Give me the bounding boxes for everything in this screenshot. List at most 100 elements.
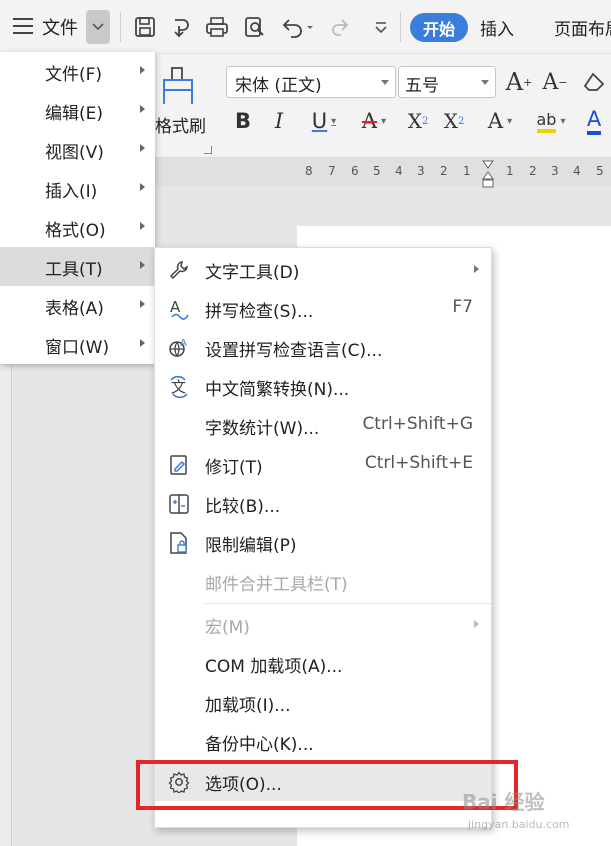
undo-icon[interactable]: [278, 12, 314, 42]
ruler-number: 5: [373, 164, 381, 178]
ruler-number: 2: [529, 164, 537, 178]
menu-item-word-count[interactable]: 字数统计(W)... Ctrl+Shift+G: [155, 406, 491, 445]
menu-item-compare[interactable]: 比较(B)...: [155, 484, 491, 523]
ruler-number: 8: [305, 164, 313, 178]
chevron-right-icon: [140, 300, 145, 308]
font-color-icon[interactable]: A: [580, 106, 608, 136]
indent-marker-icon[interactable]: [482, 160, 494, 188]
ruler-number: 1: [506, 164, 514, 178]
superscript-icon[interactable]: X2: [404, 106, 432, 136]
tools-submenu: 文字工具(D) A 拼写检查(S)... F7 A 设置拼写检查语言(C)...…: [154, 247, 492, 828]
shortcut-label: Ctrl+Shift+E: [364, 453, 473, 473]
file-menu-dropdown-button[interactable]: [86, 10, 110, 44]
menu-item-table[interactable]: 表格(A): [0, 286, 155, 325]
redo-icon[interactable]: [326, 12, 356, 42]
format-painter-icon[interactable]: [160, 66, 196, 106]
chevron-down-icon: [481, 80, 489, 85]
ruler-number: 5: [596, 164, 604, 178]
svg-text:文: 文: [171, 378, 186, 396]
tab-insert[interactable]: 插入: [480, 13, 514, 42]
menu-item-tools[interactable]: 工具(T): [0, 247, 155, 286]
compare-icon: [167, 492, 191, 516]
export-icon[interactable]: [166, 12, 196, 42]
menu-item-com-addins[interactable]: COM 加载项(A)...: [155, 644, 491, 683]
menu-item-format[interactable]: 格式(O): [0, 208, 155, 247]
menu-item-label: 插入(I): [45, 182, 98, 202]
print-icon[interactable]: [202, 12, 232, 42]
chevron-right-icon: [140, 183, 145, 191]
menu-item-addins[interactable]: 加载项(I)...: [155, 683, 491, 722]
ruler-number: 4: [395, 164, 403, 178]
ruler-number: 3: [551, 164, 559, 178]
menu-item-track-changes[interactable]: 修订(T) Ctrl+Shift+E: [155, 445, 491, 484]
save-icon[interactable]: [130, 12, 160, 42]
globe-language-icon: A: [167, 336, 191, 360]
bold-icon[interactable]: B: [230, 106, 256, 136]
menu-item-view[interactable]: 视图(V): [0, 130, 155, 169]
menu-item-edit[interactable]: 编辑(E): [0, 91, 155, 130]
chevron-right-icon: [140, 339, 145, 347]
menu-item-file[interactable]: 文件(F): [0, 52, 155, 91]
menu-separator: [205, 603, 491, 604]
menu-item-window[interactable]: 窗口(W): [0, 325, 155, 364]
menu-item-text-tools[interactable]: 文字工具(D): [155, 250, 491, 289]
ruler-number: 1: [463, 164, 471, 178]
menu-item-label: 文件(F): [45, 65, 103, 85]
print-preview-icon[interactable]: [240, 12, 270, 42]
menu-item-spell-language[interactable]: A 设置拼写检查语言(C)...: [155, 328, 491, 367]
font-size-select[interactable]: 五号: [398, 66, 496, 98]
menu-item-backup-center[interactable]: 备份中心(K)...: [155, 722, 491, 761]
menu-item-spell-check[interactable]: A 拼写检查(S)... F7: [155, 289, 491, 328]
increase-font-size-icon[interactable]: A +: [504, 66, 534, 98]
track-changes-icon: [167, 453, 191, 477]
menu-item-label: 加载项(I)...: [205, 696, 291, 716]
chevron-right-icon: [474, 620, 479, 628]
menu-item-restrict-editing[interactable]: 限制编辑(P): [155, 523, 491, 562]
tab-page-layout[interactable]: 页面布局: [554, 13, 611, 42]
top-toolbar: 文件 开始 插入 页面布局: [0, 0, 611, 54]
font-size-value: 五号: [405, 76, 439, 96]
tab-home[interactable]: 开始: [410, 13, 468, 42]
menu-item-label: 限制编辑(P): [205, 536, 297, 556]
menu-item-chinese-convert[interactable]: 文 中文简繁转换(N)...: [155, 367, 491, 406]
menu-item-label: 邮件合并工具栏(T): [205, 575, 348, 595]
strikethrough-icon[interactable]: A ▾: [354, 106, 394, 136]
watermark-subtext: jingyan.baidu.com: [468, 818, 570, 831]
menu-item-label: 修订(T): [205, 458, 263, 478]
menu-item-insert[interactable]: 插入(I): [0, 169, 155, 208]
dialog-launcher-icon[interactable]: [204, 146, 212, 154]
clear-formatting-icon[interactable]: [580, 66, 610, 98]
highlight-color-icon[interactable]: ab ▾: [530, 106, 572, 136]
menu-item-label: 编辑(E): [45, 104, 104, 124]
menu-item-label: 宏(M): [205, 618, 250, 638]
menu-item-mail-merge-toolbar: 邮件合并工具栏(T): [155, 562, 491, 601]
subscript-icon[interactable]: X2: [440, 106, 468, 136]
ruler-number: 2: [440, 164, 448, 178]
menu-item-label: 表格(A): [45, 299, 104, 319]
menu-item-label: 文字工具(D): [205, 263, 300, 283]
chevron-right-icon: [140, 144, 145, 152]
menu-item-label: 窗口(W): [45, 338, 110, 358]
underline-icon[interactable]: U ▾: [304, 106, 344, 136]
menu-item-label: 备份中心(K)...: [205, 735, 314, 755]
ruler-number: 4: [573, 164, 581, 178]
italic-icon[interactable]: I: [266, 106, 292, 136]
menu-item-macro: 宏(M): [155, 605, 491, 644]
chevron-right-icon: [140, 261, 145, 269]
chevron-right-icon: [140, 222, 145, 230]
text-effect-icon[interactable]: A ▾: [480, 106, 520, 136]
hamburger-menu-icon[interactable]: [10, 14, 36, 38]
font-name-value: 宋体 (正文): [235, 76, 322, 96]
vertical-ruler[interactable]: [0, 365, 12, 846]
chinese-convert-icon: 文: [167, 375, 191, 399]
shortcut-label: F7: [452, 297, 473, 317]
font-name-select[interactable]: 宋体 (正文): [226, 66, 396, 98]
chevron-down-icon: [381, 80, 389, 85]
file-menu-label[interactable]: 文件: [42, 12, 78, 42]
menu-item-label: 视图(V): [45, 143, 104, 163]
decrease-font-size-icon[interactable]: A −: [540, 66, 570, 98]
customize-toolbar-icon[interactable]: [366, 12, 396, 42]
highlight-annotation-box: [136, 760, 518, 810]
menu-item-label: 设置拼写检查语言(C)...: [205, 341, 383, 361]
format-painter-label[interactable]: 格式刷: [155, 112, 206, 137]
